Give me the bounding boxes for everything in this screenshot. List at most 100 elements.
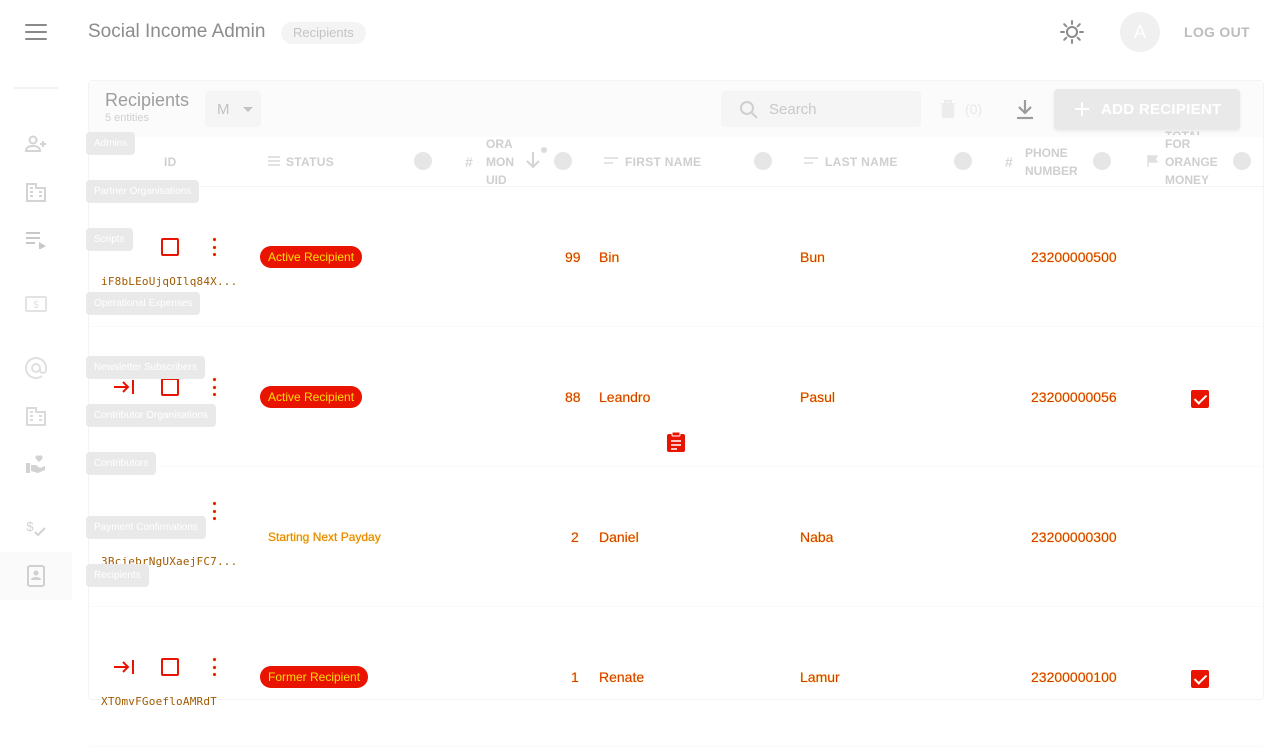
sidebar-item-operational-expenses[interactable]: $ (14, 286, 58, 322)
cell-last-name: Bun (800, 249, 825, 265)
partner-organisations-icon (26, 183, 46, 202)
row-id: iF8bLEoUjqOIlq84X... (101, 275, 238, 288)
column-menu-icon[interactable] (954, 152, 972, 170)
search-box[interactable] (721, 91, 921, 127)
column-menu-icon[interactable] (754, 152, 772, 170)
text-icon (604, 157, 618, 164)
app-title: Social Income Admin (88, 21, 266, 42)
search-icon (740, 101, 758, 119)
sidebar-item-recipients[interactable] (0, 552, 72, 600)
cell-first-name: Renate (599, 669, 645, 685)
cell-last-name: Naba (800, 529, 834, 545)
list-icon (268, 156, 280, 166)
sort-indicator-icon (541, 147, 547, 153)
sidebar-item-payment-confirmations[interactable]: $ (14, 510, 58, 546)
row-select-checkbox[interactable] (161, 238, 179, 256)
sidebar-item-newsletter-subscribers[interactable] (14, 350, 58, 386)
status-badge: Starting Next Payday (268, 530, 381, 544)
orange-money-checkbox[interactable] (1191, 390, 1209, 408)
cell-first-name: Bin (599, 249, 620, 265)
column-menu-icon[interactable] (554, 152, 572, 170)
cell-last-name: Pasul (800, 389, 836, 405)
column-label-id: ID (164, 155, 177, 169)
column-header-first-name[interactable]: FIRST NAME (589, 137, 789, 187)
cell-phone-number: 23200000056 (1031, 389, 1117, 405)
row-menu-icon[interactable] (212, 502, 216, 520)
row-select-checkbox[interactable] (161, 658, 179, 676)
column-menu-icon[interactable] (1093, 152, 1111, 170)
row-menu-icon[interactable] (212, 378, 216, 396)
breadcrumb[interactable]: Recipients (281, 22, 366, 44)
newsletter-subscribers-icon (25, 357, 47, 379)
operational-expenses-icon: $ (25, 296, 47, 312)
menu-icon[interactable] (22, 20, 50, 44)
number-icon: # (1005, 154, 1013, 170)
cell-last-name: Lamur (800, 669, 840, 685)
cell-first-name: Daniel (599, 529, 639, 545)
sidebar-item-partner-organisations[interactable] (14, 174, 58, 210)
row-menu-icon[interactable] (212, 238, 216, 256)
row-menu-icon[interactable] (212, 658, 216, 676)
contributor-organisations-icon (26, 407, 46, 426)
cell-om-uid: 99 (565, 249, 581, 265)
row-select-checkbox[interactable] (161, 378, 179, 396)
clipboard-icon[interactable] (666, 431, 686, 453)
logout-button[interactable]: LOG OUT (1184, 24, 1250, 40)
sidebar-divider (14, 87, 58, 89)
column-header-last-name[interactable]: LAST NAME (789, 137, 989, 187)
sidebar-tooltip-recipients: Recipients (86, 564, 149, 587)
collection-toolbar: Recipients 5 entities M (0) ADD RECIPIEN… (89, 81, 1263, 137)
sidebar-tooltip-contributor-organisations: Contributor Organisations (86, 404, 216, 427)
orange-money-checkbox[interactable] (1191, 670, 1209, 688)
admins-icon (25, 135, 46, 152)
delete-icon[interactable] (939, 99, 957, 119)
status-badge: Active Recipient (260, 246, 363, 268)
column-label-status: STATUS (286, 155, 335, 169)
table-row[interactable]: iF8bLEoUjqOIlq84X... Active Recipient 99… (89, 187, 1263, 327)
add-recipient-button[interactable]: ADD RECIPIENT (1054, 89, 1240, 129)
column-header-status[interactable]: STATUS (257, 137, 437, 187)
download-icon[interactable] (1015, 98, 1035, 120)
column-label-orange-money: TOTALFORORANGEMONEY (1165, 129, 1218, 187)
app-bar: Social Income Admin Recipients A LOG OUT (0, 0, 1280, 64)
avatar[interactable]: A (1120, 12, 1160, 52)
flag-icon (1147, 155, 1159, 167)
column-header-phone-number[interactable]: # PHONE NUMBER (1001, 137, 1131, 187)
status-badge: Former Recipient (260, 666, 369, 688)
column-menu-icon[interactable] (1233, 152, 1251, 170)
sidebar-item-scripts[interactable] (14, 222, 58, 258)
sidebar-tooltip-operational-expenses: Operational Expenses (86, 292, 201, 315)
sidebar-tooltip-partner-organisations: Partner Organisations (86, 180, 200, 203)
sort-arrow-icon[interactable] (525, 151, 541, 169)
sidebar-item-admins[interactable] (14, 126, 58, 162)
column-label-phone-number: PHONE NUMBER (1025, 146, 1078, 178)
plus-icon (1075, 102, 1089, 116)
theme-toggle-icon[interactable] (1058, 18, 1086, 46)
open-entity-icon[interactable] (113, 379, 135, 395)
column-header-orange-money[interactable]: TOTALFORORANGEMONEY (1141, 129, 1263, 187)
cell-om-uid: 88 (565, 389, 581, 405)
column-label-first-name: FIRST NAME (625, 155, 702, 169)
sidebar-tooltip-newsletter-subscribers: Newsletter Subscribers (86, 356, 205, 379)
sidebar: $ $ (0, 64, 72, 720)
view-mode-select[interactable]: M (205, 91, 261, 127)
collection-count: 5 entities (105, 112, 150, 124)
view-mode-value: M (217, 101, 230, 118)
open-entity-icon[interactable] (113, 659, 135, 675)
search-input[interactable] (769, 99, 909, 119)
cell-first-name: Leandro (599, 389, 651, 405)
column-header-om-uid[interactable]: # ORA MON UID (461, 137, 577, 187)
delete-count: (0) (965, 101, 983, 117)
cell-om-uid: 2 (571, 529, 579, 545)
sidebar-item-contributor-organisations[interactable] (14, 398, 58, 434)
collection-panel: Recipients 5 entities M (0) ADD RECIPIEN… (88, 80, 1264, 747)
column-menu-icon[interactable] (414, 152, 432, 170)
column-label-last-name: LAST NAME (825, 155, 898, 169)
sidebar-item-contributors[interactable] (14, 446, 58, 482)
column-label-om-uid: ORA MON UID (486, 137, 514, 187)
cell-phone-number: 23200000500 (1031, 249, 1117, 265)
table-row[interactable]: XTOmvFGoefloAMRdT Former Recipient 1 Ren… (89, 607, 1263, 747)
table-row[interactable]: 3BciebrNgUXaejFC7... Starting Next Payda… (89, 467, 1263, 607)
table-header: ID STATUS # ORA MON UID FIRST NAME LAST NA… (89, 129, 1263, 187)
recipients-icon (27, 565, 45, 587)
